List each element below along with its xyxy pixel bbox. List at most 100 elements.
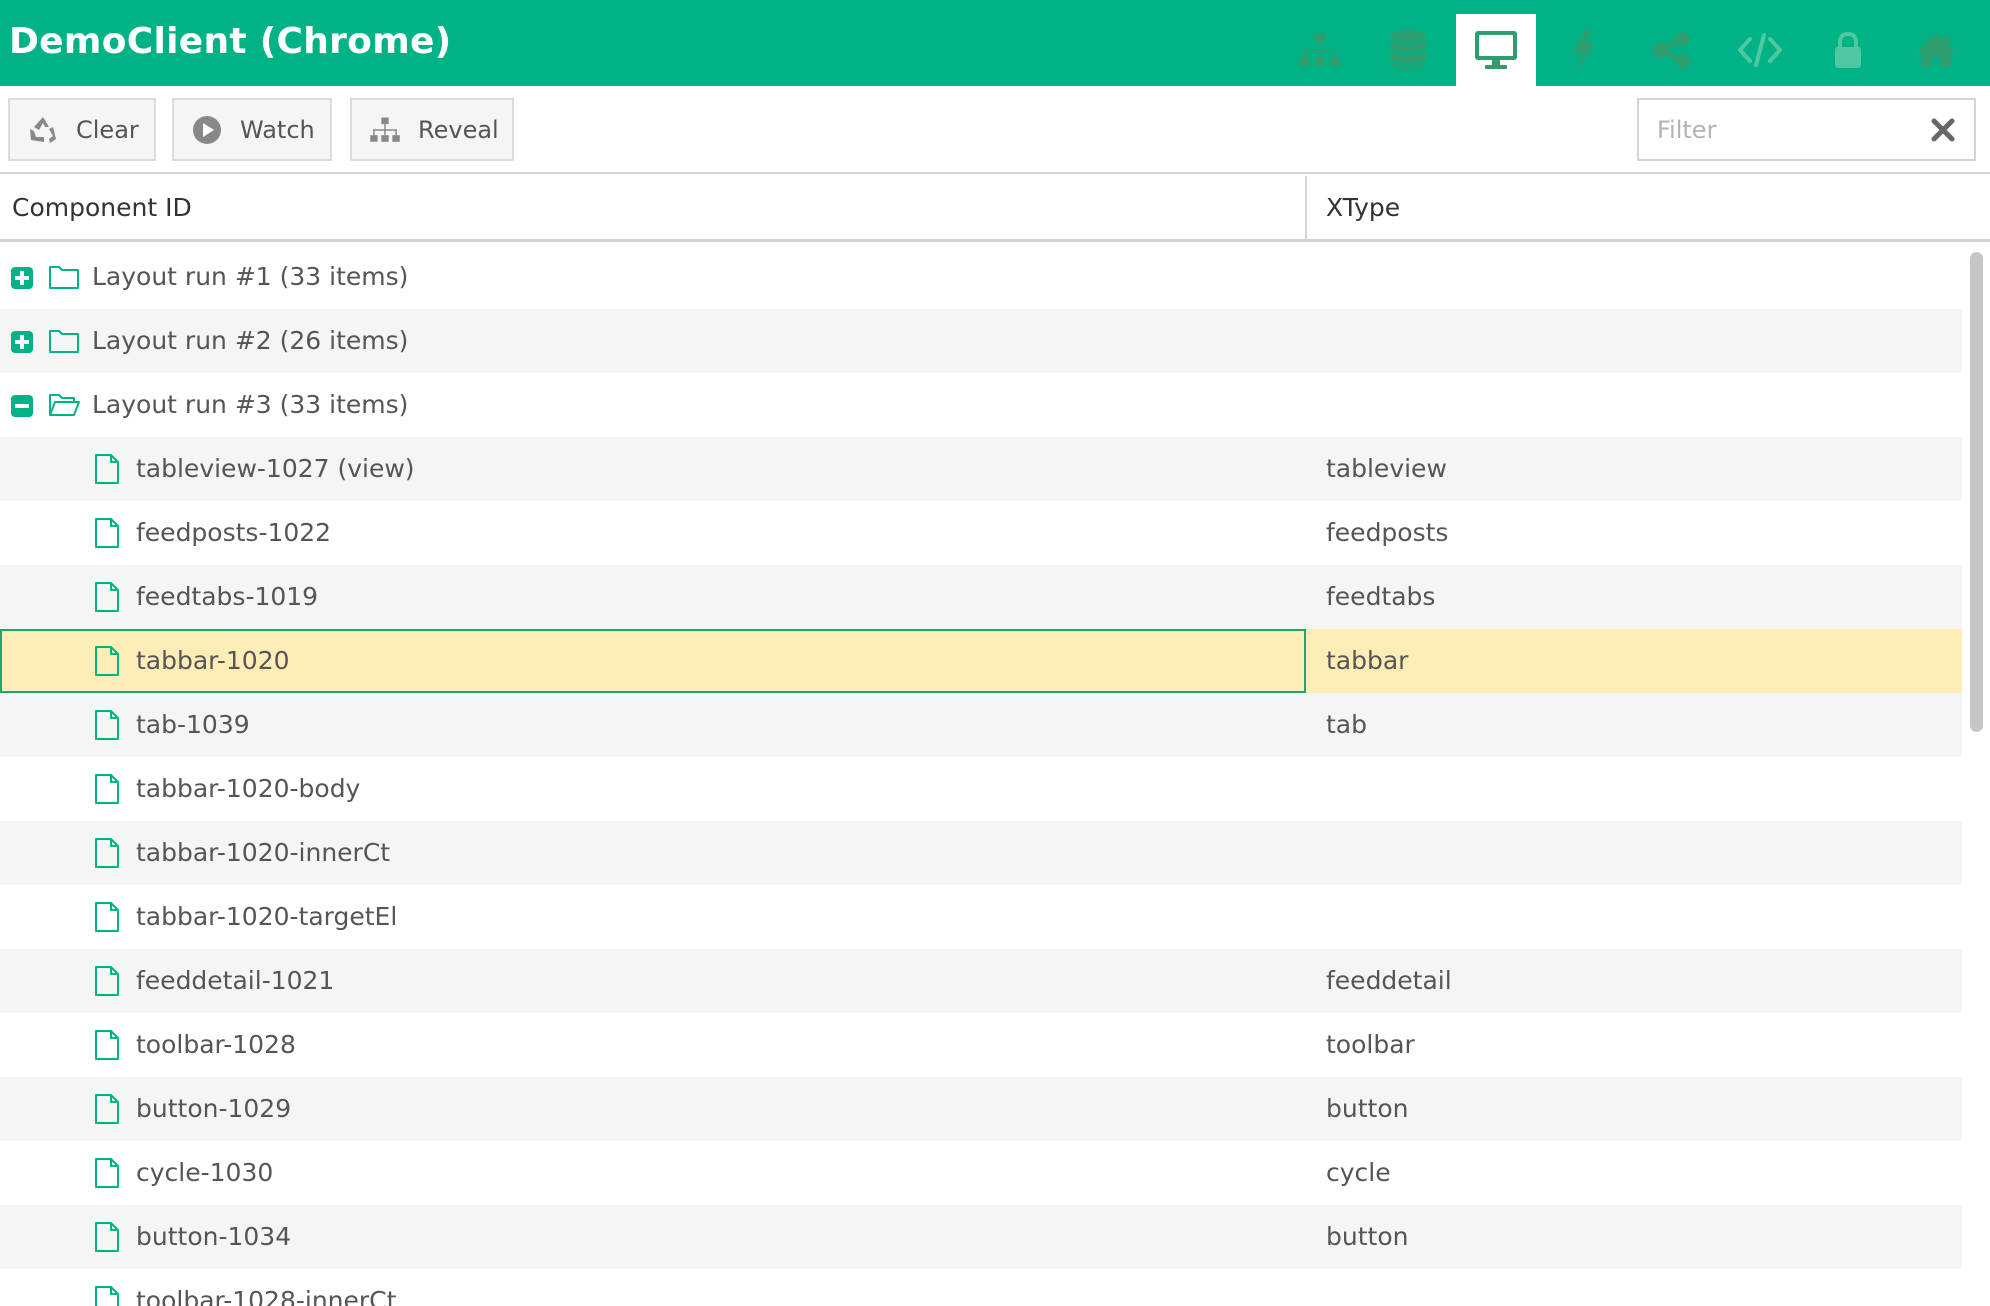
xtype-cell: button — [1326, 1094, 1409, 1123]
component-id-cell: cycle-1030 — [136, 1158, 274, 1187]
home-icon — [1916, 34, 1956, 67]
table-row[interactable]: tableview-1027 (view) tableview — [0, 437, 1962, 501]
folder-icon — [49, 330, 79, 353]
lock-icon — [1835, 31, 1861, 68]
table-row[interactable]: button-1029 button — [0, 1077, 1962, 1141]
title-bar: DemoClient (Chrome) — [0, 0, 1990, 86]
grid-header: Component ID XType — [0, 176, 1990, 242]
file-icon — [95, 518, 119, 548]
table-row[interactable]: feeddetail-1021 feeddetail — [0, 949, 1962, 1013]
table-row[interactable]: tabbar-1020 tabbar — [0, 629, 1962, 693]
toolbar: Clear Watch Reveal — [0, 86, 1990, 174]
sitemap-icon — [1300, 33, 1340, 66]
table-row[interactable]: tab-1039 tab — [0, 693, 1962, 757]
component-id-cell: Layout run #2 (26 items) — [92, 326, 409, 355]
file-icon — [95, 646, 119, 676]
column-header-xtype[interactable]: XType — [1326, 176, 1400, 239]
xtype-cell: tabbar — [1326, 646, 1409, 675]
scrollbar-thumb[interactable] — [1970, 252, 1983, 732]
tab-share[interactable] — [1632, 14, 1712, 86]
xtype-cell: cycle — [1326, 1158, 1391, 1187]
app-title: DemoClient (Chrome) — [9, 21, 452, 62]
expand-icon[interactable] — [11, 267, 33, 289]
component-id-cell: Layout run #3 (33 items) — [92, 390, 409, 419]
component-id-cell: button-1029 — [136, 1094, 292, 1123]
table-row[interactable]: cycle-1030 cycle — [0, 1141, 1962, 1205]
share-icon — [1653, 32, 1690, 68]
watch-label: Watch — [240, 115, 315, 144]
xtype-cell: feedtabs — [1326, 582, 1436, 611]
file-icon — [95, 966, 119, 996]
tab-source[interactable] — [1720, 14, 1800, 86]
folder-icon — [49, 266, 79, 289]
file-icon — [95, 902, 119, 932]
tab-component-tree[interactable] — [1280, 14, 1360, 86]
table-row[interactable]: tabbar-1020-body — [0, 757, 1962, 821]
tree-group-row[interactable]: Layout run #3 (33 items) — [0, 373, 1962, 437]
file-icon — [95, 774, 119, 804]
tab-lock[interactable] — [1808, 14, 1888, 86]
close-icon[interactable] — [1930, 117, 1956, 143]
file-icon — [95, 1158, 119, 1188]
file-icon — [95, 1286, 119, 1306]
file-icon — [95, 1030, 119, 1060]
component-id-cell: Layout run #1 (33 items) — [92, 262, 409, 291]
xtype-cell: toolbar — [1326, 1030, 1415, 1059]
file-icon — [95, 1094, 119, 1124]
database-icon — [1390, 30, 1426, 70]
tree-group-row[interactable]: Layout run #2 (26 items) — [0, 309, 1962, 373]
tab-stores[interactable] — [1368, 14, 1448, 86]
watch-button[interactable]: Watch — [172, 98, 332, 161]
component-id-cell: tabbar-1020-innerCt — [136, 838, 391, 867]
file-icon — [95, 582, 119, 612]
component-id-cell: tabbar-1020-targetEl — [136, 902, 398, 931]
clear-label: Clear — [76, 115, 139, 144]
expand-icon[interactable] — [11, 331, 33, 353]
component-id-cell: tabbar-1020-body — [136, 774, 361, 803]
lightning-icon — [1573, 30, 1595, 70]
component-id-cell: toolbar-1028 — [136, 1030, 296, 1059]
tab-layouts[interactable] — [1456, 14, 1536, 86]
reveal-label: Reveal — [418, 115, 499, 144]
component-id-cell: button-1034 — [136, 1222, 292, 1251]
component-id-cell: tableview-1027 (view) — [136, 454, 415, 483]
component-id-cell: feeddetail-1021 — [136, 966, 335, 995]
tab-events[interactable] — [1544, 14, 1624, 86]
xtype-cell: tableview — [1326, 454, 1447, 483]
file-icon — [95, 1222, 119, 1252]
file-icon — [95, 838, 119, 868]
tab-home[interactable] — [1896, 14, 1976, 86]
file-icon — [95, 710, 119, 740]
xtype-cell: tab — [1326, 710, 1367, 739]
table-row[interactable]: toolbar-1028 toolbar — [0, 1013, 1962, 1077]
xtype-cell: button — [1326, 1222, 1409, 1251]
table-row[interactable]: toolbar-1028-innerCt — [0, 1269, 1962, 1306]
component-id-cell: tab-1039 — [136, 710, 250, 739]
monitor-icon — [1475, 31, 1517, 69]
sitemap-icon — [368, 113, 402, 147]
component-id-cell: feedtabs-1019 — [136, 582, 319, 611]
code-icon — [1738, 33, 1782, 67]
folder-open-icon — [49, 394, 80, 416]
reveal-button[interactable]: Reveal — [350, 98, 514, 161]
table-row[interactable]: button-1034 button — [0, 1205, 1962, 1269]
table-row[interactable]: tabbar-1020-targetEl — [0, 885, 1962, 949]
column-header-component-id[interactable]: Component ID — [12, 176, 192, 239]
play-circle-icon — [190, 113, 224, 147]
table-row[interactable]: feedtabs-1019 feedtabs — [0, 565, 1962, 629]
filter-field — [1637, 98, 1976, 161]
table-row[interactable]: feedposts-1022 feedposts — [0, 501, 1962, 565]
recycle-icon — [26, 113, 60, 147]
component-id-cell: feedposts-1022 — [136, 518, 332, 547]
xtype-cell: feeddetail — [1326, 966, 1452, 995]
tree-group-row[interactable]: Layout run #1 (33 items) — [0, 245, 1962, 309]
layout-tree-grid: Layout run #1 (33 items) Layout run #2 (2… — [0, 245, 1962, 1306]
table-row[interactable]: tabbar-1020-innerCt — [0, 821, 1962, 885]
xtype-cell: feedposts — [1326, 518, 1449, 547]
component-id-cell: toolbar-1028-innerCt — [136, 1286, 397, 1306]
clear-button[interactable]: Clear — [8, 98, 156, 161]
file-icon — [95, 454, 119, 484]
filter-input[interactable] — [1657, 100, 1917, 159]
collapse-icon[interactable] — [11, 395, 33, 417]
column-divider[interactable] — [1305, 176, 1307, 242]
